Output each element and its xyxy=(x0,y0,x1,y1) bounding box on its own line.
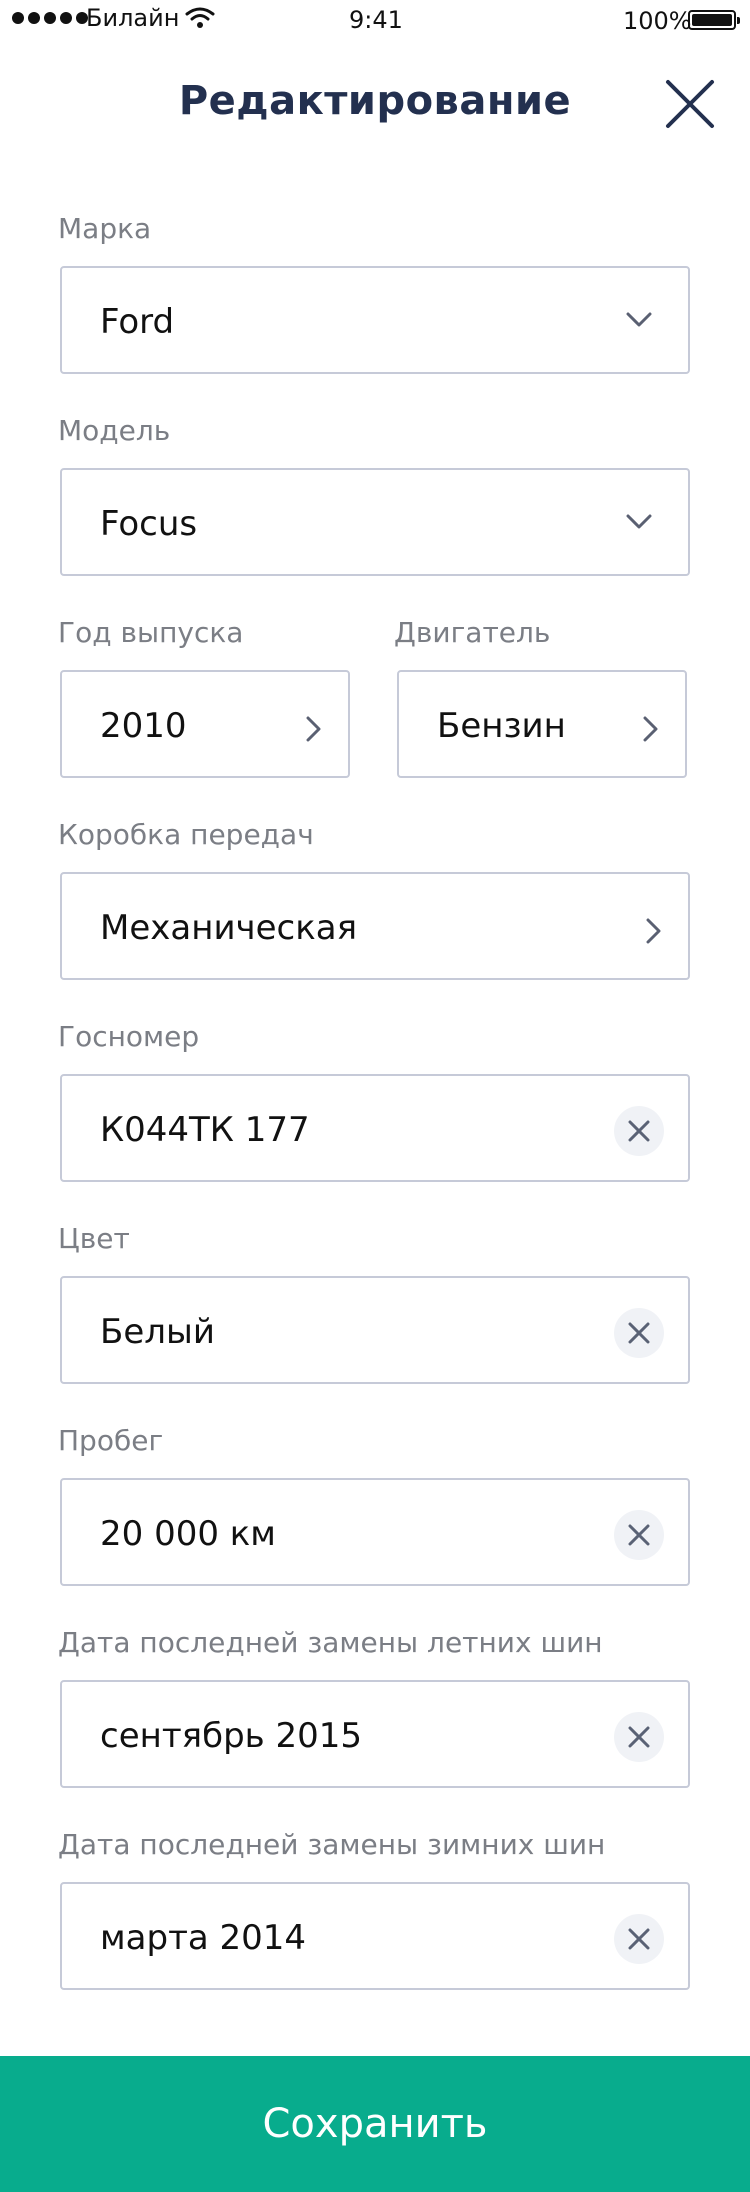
chevron-right-icon xyxy=(646,918,661,944)
battery-percentage: 100% xyxy=(623,7,692,35)
close-icon xyxy=(666,80,714,128)
clear-icon xyxy=(628,1120,650,1142)
clear-winter-tires-button[interactable] xyxy=(614,1914,664,1964)
clear-plate-button[interactable] xyxy=(614,1106,664,1156)
clear-icon xyxy=(628,1524,650,1546)
model-label: Модель xyxy=(58,414,171,447)
close-button[interactable] xyxy=(664,78,716,130)
chevron-right-icon xyxy=(306,716,321,742)
mileage-value: 20 000 км xyxy=(100,1514,276,1554)
color-value: Белый xyxy=(100,1312,215,1352)
chevron-down-icon xyxy=(626,514,652,529)
brand-value: Ford xyxy=(100,302,175,342)
year-label: Год выпуска xyxy=(58,616,244,649)
clear-color-button[interactable] xyxy=(614,1308,664,1358)
battery-icon xyxy=(688,10,740,30)
plate-label: Госномер xyxy=(58,1020,200,1053)
clear-mileage-button[interactable] xyxy=(614,1510,664,1560)
winter-tires-value: марта 2014 xyxy=(100,1918,307,1958)
winter-tires-label: Дата последней замены зимних шин xyxy=(58,1828,606,1861)
brand-label: Марка xyxy=(58,212,152,245)
clear-icon xyxy=(628,1322,650,1344)
color-field[interactable]: Белый xyxy=(60,1276,690,1384)
chevron-down-icon xyxy=(626,312,652,327)
mileage-field[interactable]: 20 000 км xyxy=(60,1478,690,1586)
engine-picker[interactable]: Бензин xyxy=(397,670,687,778)
model-select[interactable]: Focus xyxy=(60,468,690,576)
transmission-picker[interactable]: Механическая xyxy=(60,872,690,980)
transmission-value: Механическая xyxy=(100,908,358,948)
summer-tires-field[interactable]: сентябрь 2015 xyxy=(60,1680,690,1788)
mileage-label: Пробег xyxy=(58,1424,164,1457)
color-label: Цвет xyxy=(58,1222,130,1255)
model-value: Focus xyxy=(100,504,198,544)
year-picker[interactable]: 2010 xyxy=(60,670,350,778)
page-title: Редактирование xyxy=(178,78,572,124)
summer-tires-value: сентябрь 2015 xyxy=(100,1716,363,1756)
status-bar: Билайн 9:41 100% xyxy=(0,0,750,40)
clear-summer-tires-button[interactable] xyxy=(614,1712,664,1762)
clear-icon xyxy=(628,1928,650,1950)
plate-field[interactable]: К044ТК 177 xyxy=(60,1074,690,1182)
save-button[interactable]: Сохранить xyxy=(0,2056,750,2192)
transmission-label: Коробка передач xyxy=(58,818,314,851)
plate-value: К044ТК 177 xyxy=(100,1110,310,1150)
status-time: 9:41 xyxy=(349,6,403,34)
chevron-right-icon xyxy=(643,716,658,742)
summer-tires-label: Дата последней замены летних шин xyxy=(58,1626,603,1659)
engine-value: Бензин xyxy=(437,706,566,746)
winter-tires-field[interactable]: марта 2014 xyxy=(60,1882,690,1990)
brand-select[interactable]: Ford xyxy=(60,266,690,374)
wifi-icon xyxy=(185,7,215,28)
year-value: 2010 xyxy=(100,706,187,746)
carrier-name: Билайн xyxy=(86,4,180,32)
signal-strength-icon xyxy=(12,12,88,24)
engine-label: Двигатель xyxy=(394,616,551,649)
clear-icon xyxy=(628,1726,650,1748)
